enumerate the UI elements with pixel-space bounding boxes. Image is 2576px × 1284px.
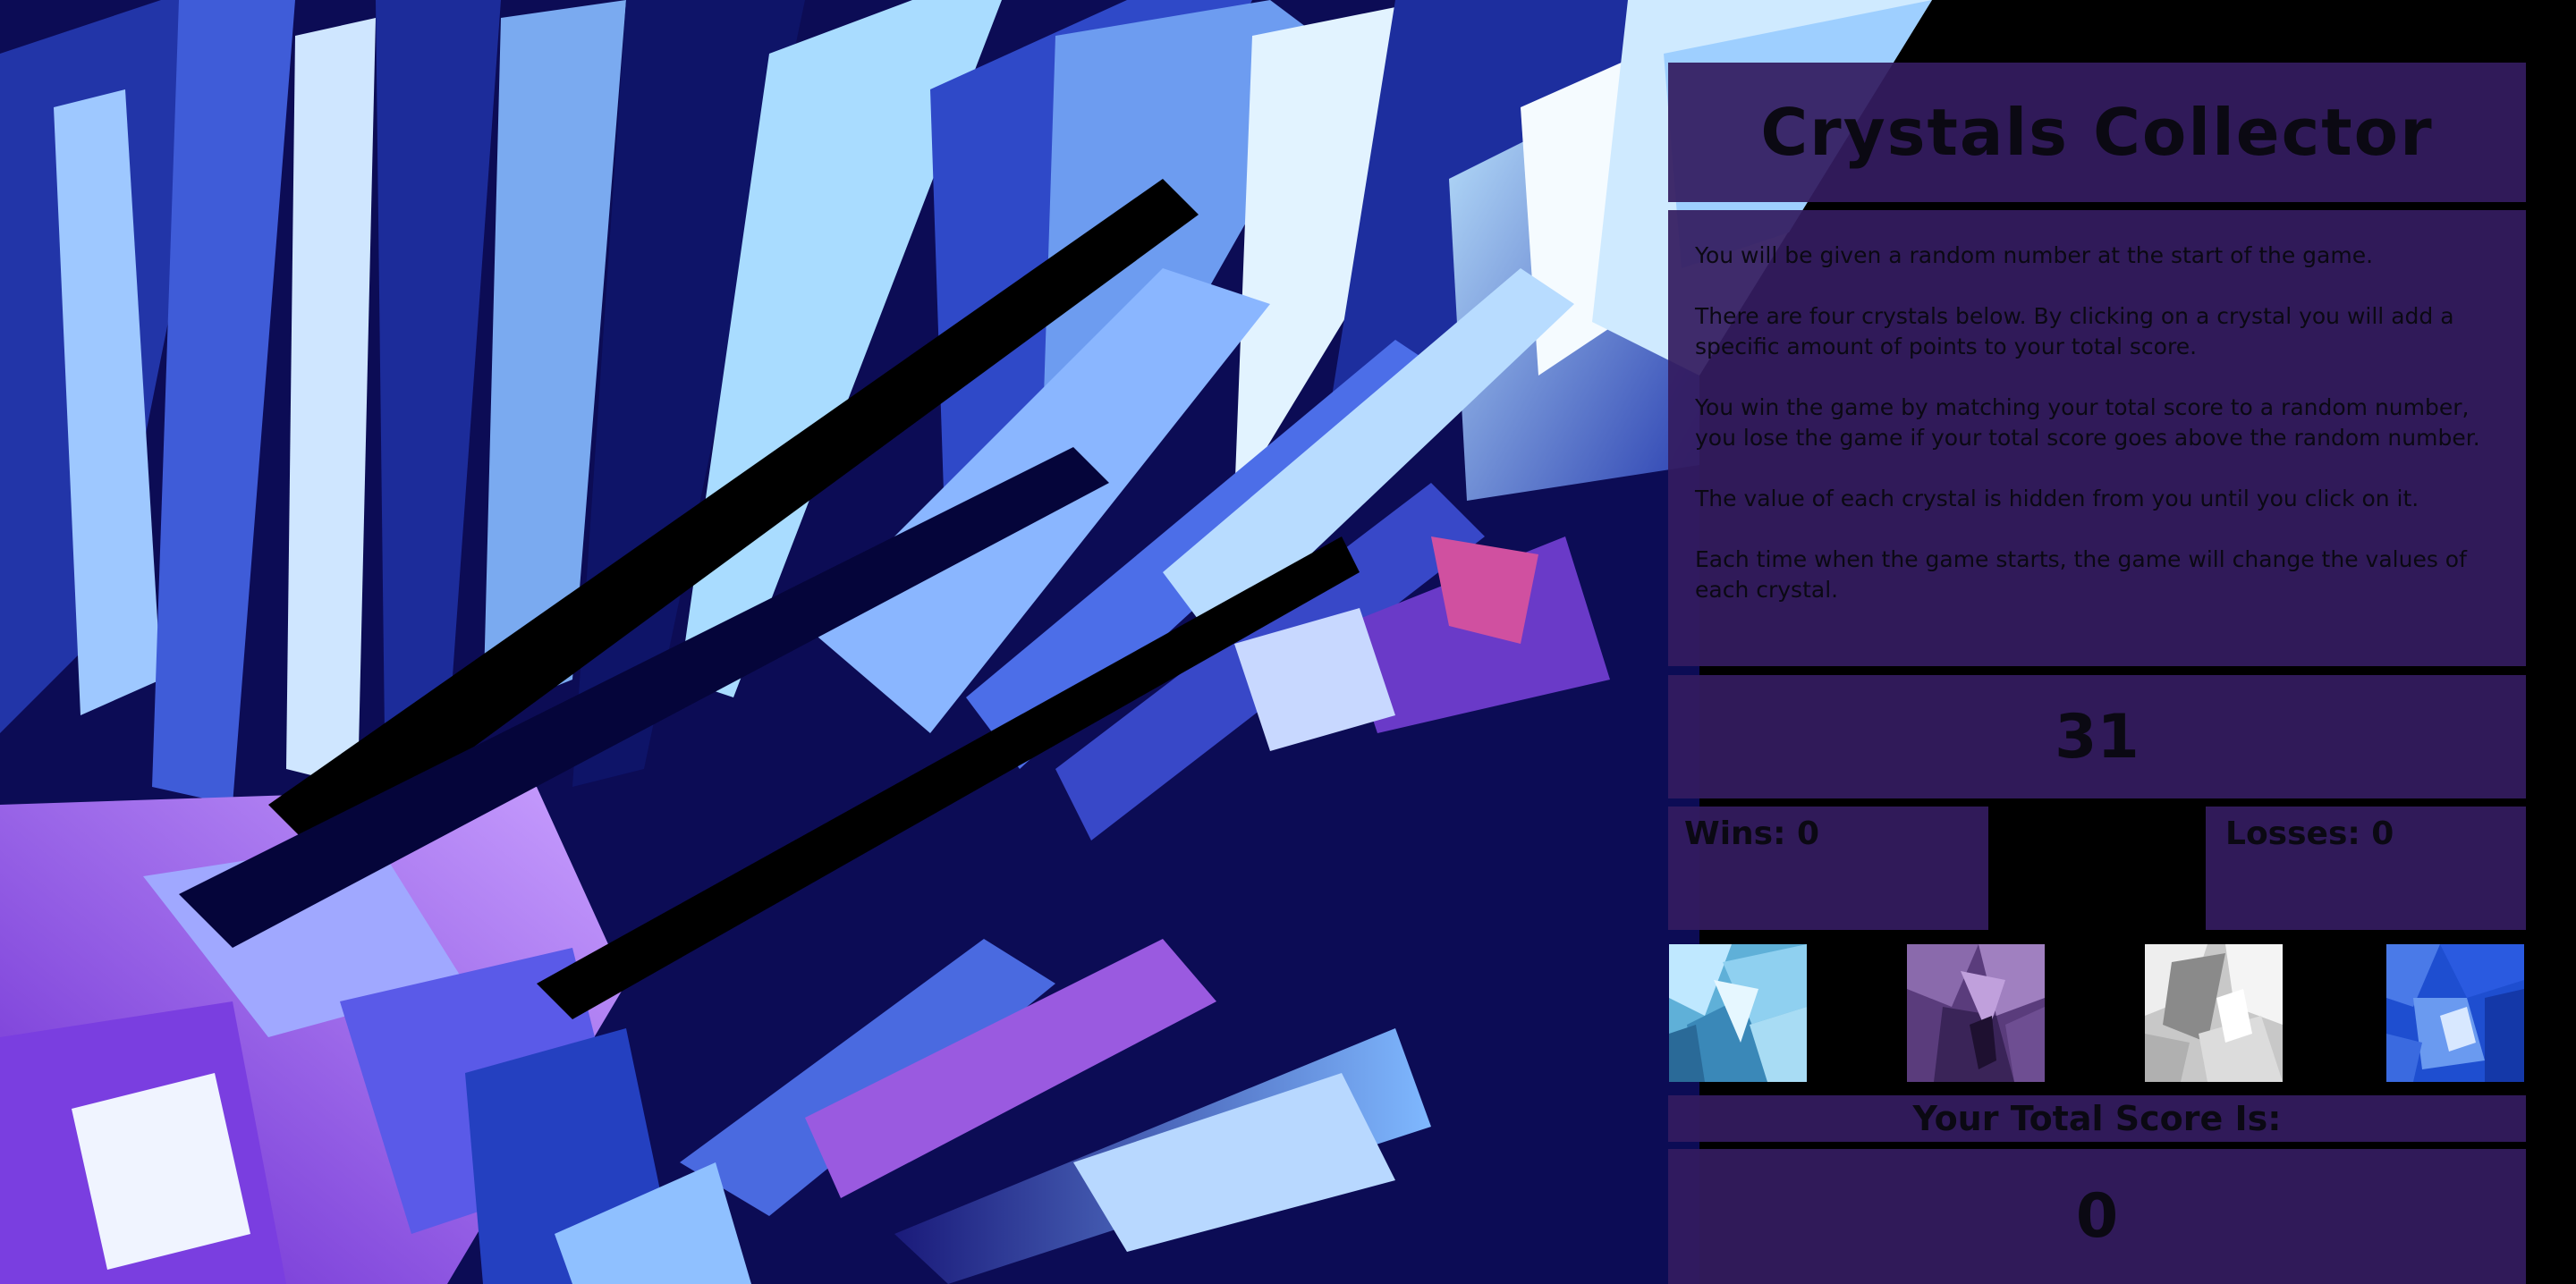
target-number-panel: 31 bbox=[1668, 675, 2526, 798]
crystal-button-3[interactable] bbox=[2145, 944, 2283, 1082]
game-title: Crystals Collector bbox=[1760, 95, 2434, 170]
wins-panel: Wins: 0 bbox=[1668, 807, 1988, 930]
total-score-label: Your Total Score Is: bbox=[1912, 1099, 2282, 1138]
crystal-light-blue-image bbox=[1669, 944, 1807, 1082]
wins-counter: Wins: 0 bbox=[1684, 815, 1820, 852]
title-panel: Crystals Collector bbox=[1668, 63, 2526, 202]
crystal-button-2[interactable] bbox=[1907, 944, 2045, 1082]
crystal-button-1[interactable] bbox=[1669, 944, 1807, 1082]
crystal-blue-image bbox=[2386, 944, 2524, 1082]
crystal-white-image bbox=[2145, 944, 2283, 1082]
score-panel: 0 bbox=[1668, 1149, 2526, 1284]
instruction-4: The value of each crystal is hidden from… bbox=[1695, 486, 2419, 511]
instruction-2: There are four crystals below. By clicki… bbox=[1695, 303, 2454, 359]
instruction-5: Each time when the game starts, the game… bbox=[1695, 546, 2467, 603]
target-number: 31 bbox=[2055, 701, 2140, 773]
crystal-purple-image bbox=[1907, 944, 2045, 1082]
instruction-3: You win the game by matching your total … bbox=[1695, 394, 2480, 451]
total-score-value: 0 bbox=[2075, 1181, 2119, 1252]
game-stage: Crystals Collector You will be given a r… bbox=[0, 0, 2576, 1284]
crystal-button-4[interactable] bbox=[2386, 944, 2524, 1082]
losses-panel: Losses: 0 bbox=[2206, 807, 2526, 930]
score-label-panel: Your Total Score Is: bbox=[1668, 1095, 2526, 1142]
instruction-1: You will be given a random number at the… bbox=[1695, 242, 2374, 268]
instructions-panel: You will be given a random number at the… bbox=[1668, 210, 2526, 666]
losses-counter: Losses: 0 bbox=[2225, 815, 2394, 852]
